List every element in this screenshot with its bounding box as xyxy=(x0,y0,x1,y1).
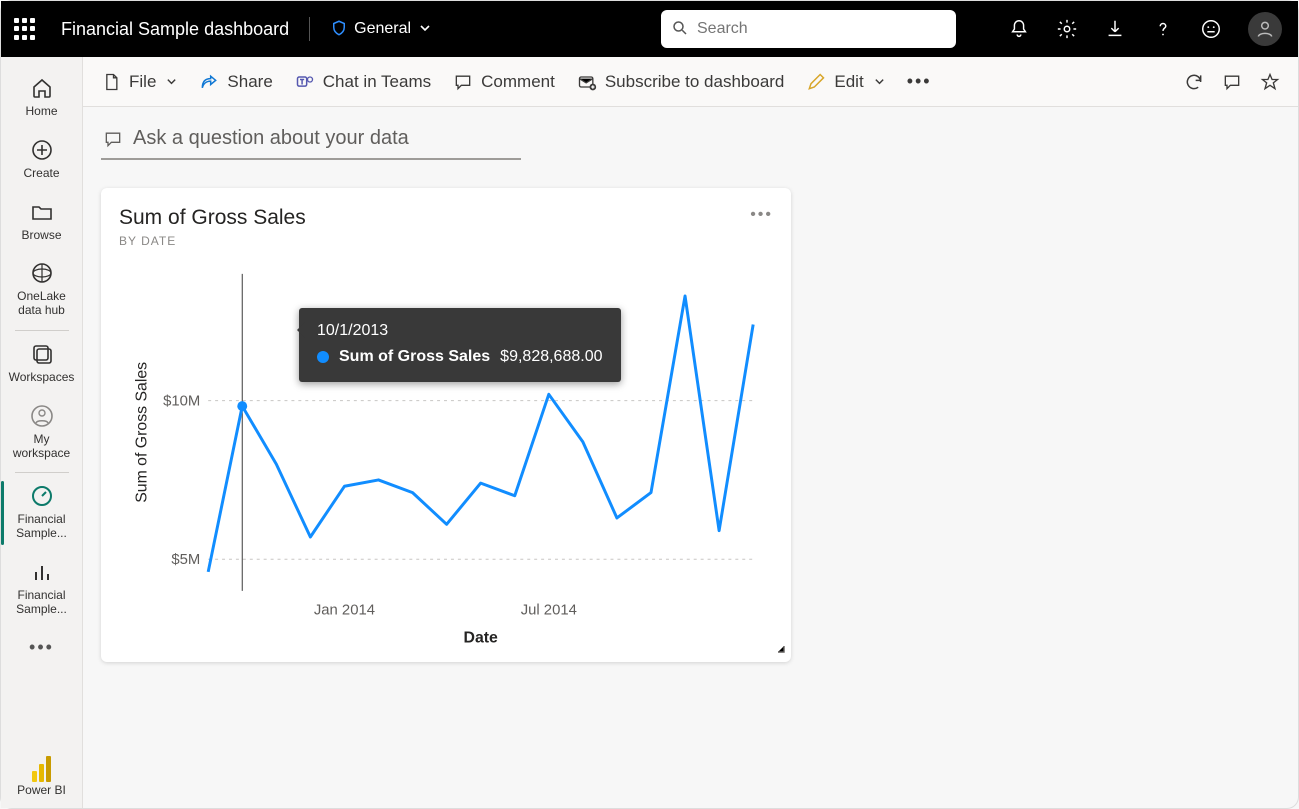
folder-icon xyxy=(29,199,55,225)
chevron-down-icon xyxy=(166,72,177,92)
nav-divider xyxy=(15,330,69,331)
svg-text:$5M: $5M xyxy=(171,552,200,568)
resize-handle-icon[interactable] xyxy=(773,641,785,656)
chevron-down-icon xyxy=(874,72,885,92)
account-avatar[interactable] xyxy=(1248,12,1282,46)
app-launcher-icon[interactable] xyxy=(13,17,37,41)
sensitivity-dropdown[interactable]: General xyxy=(330,19,431,40)
cmd-share[interactable]: Share xyxy=(199,72,272,92)
feedback-icon[interactable] xyxy=(1200,18,1222,40)
svg-text:$10M: $10M xyxy=(163,394,200,410)
shield-icon xyxy=(330,19,348,40)
nav-create[interactable]: Create xyxy=(1,129,83,191)
svg-text:Sum of Gross Sales: Sum of Gross Sales xyxy=(134,362,151,503)
favorite-star-icon[interactable] xyxy=(1260,72,1280,92)
tile-gross-sales[interactable]: Sum of Gross Sales BY DATE ••• $5M $10M Ja… xyxy=(101,188,791,662)
cmd-file[interactable]: File xyxy=(101,72,177,92)
gauge-icon xyxy=(29,483,55,509)
cmd-label: File xyxy=(129,72,156,92)
refresh-icon[interactable] xyxy=(1184,72,1204,92)
nav-home[interactable]: Home xyxy=(1,67,83,129)
header-actions xyxy=(1008,12,1282,46)
nav-browse[interactable]: Browse xyxy=(1,191,83,253)
download-icon[interactable] xyxy=(1104,18,1126,40)
svg-text:Jul 2014: Jul 2014 xyxy=(521,603,577,619)
divider xyxy=(309,17,310,41)
nav-more[interactable]: ••• xyxy=(29,627,54,668)
chart-tooltip: 10/1/2013 Sum of Gross Sales $9,828,688.… xyxy=(299,308,621,382)
nav-financial-report[interactable]: Financial Sample... xyxy=(1,551,83,627)
cmd-label: Subscribe to dashboard xyxy=(605,72,785,92)
cmd-label: Share xyxy=(227,72,272,92)
nav-onelake[interactable]: OneLake data hub xyxy=(1,252,83,328)
left-nav: Home Create Browse OneLake data hub Wor xyxy=(1,57,83,808)
nav-financial-dashboard[interactable]: Financial Sample... xyxy=(1,475,83,551)
main-area: File Share Chat in Teams Comment Subscri… xyxy=(83,57,1298,808)
search-icon xyxy=(671,19,689,40)
person-circle-icon xyxy=(29,403,55,429)
tooltip-series-dot xyxy=(317,351,329,363)
plus-circle-icon xyxy=(29,137,55,163)
cmd-label: Chat in Teams xyxy=(323,72,431,92)
nav-label: Create xyxy=(23,167,59,181)
tooltip-date: 10/1/2013 xyxy=(317,322,603,340)
tile-title: Sum of Gross Sales xyxy=(119,206,306,230)
global-header: Financial Sample dashboard General xyxy=(1,1,1298,57)
tooltip-series-label: Sum of Gross Sales xyxy=(339,348,490,366)
nav-powerbi[interactable]: Power BI xyxy=(1,748,83,808)
cmd-edit[interactable]: Edit xyxy=(806,72,884,92)
command-bar: File Share Chat in Teams Comment Subscri… xyxy=(83,57,1298,107)
nav-my-workspace[interactable]: My workspace xyxy=(1,395,83,471)
qna-placeholder: Ask a question about your data xyxy=(133,127,409,150)
nav-workspaces[interactable]: Workspaces xyxy=(1,333,83,395)
tile-subtitle: BY DATE xyxy=(119,234,306,248)
nav-label: Home xyxy=(25,105,57,119)
powerbi-logo-icon xyxy=(32,756,52,782)
notifications-icon[interactable] xyxy=(1008,18,1030,40)
sensitivity-label: General xyxy=(354,20,411,38)
dashboard-title: Financial Sample dashboard xyxy=(61,19,289,40)
home-icon xyxy=(29,75,55,101)
chevron-down-icon xyxy=(419,21,431,37)
qna-input[interactable]: Ask a question about your data xyxy=(101,123,521,160)
nav-label: Power BI xyxy=(17,784,66,798)
tooltip-value: $9,828,688.00 xyxy=(500,348,602,366)
cmd-label: Comment xyxy=(481,72,555,92)
workspaces-icon xyxy=(29,341,55,367)
line-chart[interactable]: $5M $10M Jan 2014 Jul 2014 Sum of Gross Sale… xyxy=(119,254,773,654)
onelake-icon xyxy=(29,260,55,286)
dashboard-canvas: Sum of Gross Sales BY DATE ••• $5M $10M Ja… xyxy=(83,160,1298,690)
nav-label: Financial Sample... xyxy=(5,589,79,617)
bar-chart-icon xyxy=(29,559,55,585)
tile-more-button[interactable]: ••• xyxy=(750,206,773,224)
search-input[interactable] xyxy=(697,20,946,38)
svg-text:Date: Date xyxy=(464,629,499,646)
cmd-label: Edit xyxy=(834,72,863,92)
cmd-chat-teams[interactable]: Chat in Teams xyxy=(295,72,431,92)
nav-divider xyxy=(15,472,69,473)
nav-label: OneLake data hub xyxy=(5,290,79,318)
settings-icon[interactable] xyxy=(1056,18,1078,40)
nav-label: Browse xyxy=(21,229,61,243)
svg-text:Jan 2014: Jan 2014 xyxy=(314,603,375,619)
nav-label: Workspaces xyxy=(9,371,75,385)
comments-icon[interactable] xyxy=(1222,72,1242,92)
cmd-comment[interactable]: Comment xyxy=(453,72,555,92)
nav-label: Financial Sample... xyxy=(5,513,79,541)
qna-row: Ask a question about your data xyxy=(83,107,1298,160)
help-icon[interactable] xyxy=(1152,18,1174,40)
nav-label: My workspace xyxy=(5,433,79,461)
cmd-subscribe[interactable]: Subscribe to dashboard xyxy=(577,72,785,92)
global-search[interactable] xyxy=(661,10,956,48)
cmd-more[interactable]: ••• xyxy=(907,71,932,92)
